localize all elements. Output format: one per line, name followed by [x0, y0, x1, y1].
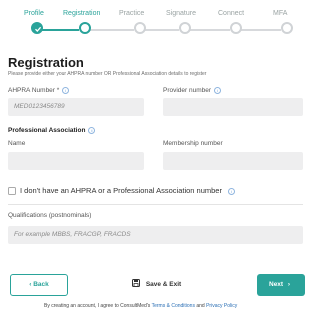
membership-number-input[interactable]	[163, 152, 303, 170]
step-circle-signature	[179, 22, 191, 34]
association-name-label: Name	[8, 140, 26, 147]
ahpra-label: AHPRA Number * i	[8, 87, 70, 95]
back-button-label: Back	[33, 281, 49, 288]
association-title-text: Professional Association	[8, 127, 86, 135]
step-circle-registration[interactable]	[79, 22, 91, 34]
chevron-right-icon: ›	[287, 281, 291, 288]
step-label-registration[interactable]: Registration	[63, 10, 100, 17]
no-ahpra-checkbox-text: I don't have an AHPRA or a Professional …	[20, 186, 222, 195]
step-connector	[38, 29, 79, 31]
ahpra-label-text: AHPRA Number *	[8, 87, 60, 95]
checkmark-icon	[35, 26, 42, 32]
ahpra-number-input[interactable]: MED0123456789	[8, 98, 144, 116]
qualifications-input[interactable]: For example MBBS, FRACGP, FRACDS	[8, 226, 303, 244]
step-label-practice: Practice	[119, 10, 145, 17]
provider-number-input[interactable]	[163, 98, 303, 116]
next-button-label: Next	[269, 281, 284, 288]
step-circle-connect	[230, 22, 242, 34]
step-label-connect: Connect	[218, 10, 245, 17]
privacy-link[interactable]: Privacy Policy	[206, 303, 237, 309]
step-connector	[236, 29, 281, 31]
provider-label: Provider number i	[163, 87, 222, 95]
save-exit-button[interactable]: Save & Exit	[132, 274, 184, 296]
step-circle-mfa	[281, 22, 293, 34]
page-title: Registration	[8, 55, 84, 70]
info-icon[interactable]: i	[88, 127, 96, 134]
terms-and: and	[196, 303, 205, 309]
divider	[8, 204, 303, 205]
membership-number-label: Membership number	[163, 140, 223, 147]
terms-prefix: By creating an account, I agree to Consu…	[44, 303, 151, 309]
step-label-mfa: MFA	[273, 10, 288, 17]
association-section-title: Professional Association i	[8, 127, 96, 135]
terms-link[interactable]: Terms & Conditions	[152, 303, 195, 309]
no-ahpra-checkbox[interactable]	[8, 187, 16, 195]
step-label-signature: Signature	[166, 10, 196, 17]
save-icon	[132, 279, 140, 287]
step-circle-profile[interactable]	[31, 22, 43, 34]
qualifications-label: Qualifications (postnominals)	[8, 212, 92, 219]
page-subtitle: Please provide either your AHPRA number …	[8, 71, 207, 77]
step-label-profile[interactable]: Profile	[24, 10, 44, 17]
progress-stepper: Profile Registration Practice Signature …	[0, 0, 303, 42]
step-circle-practice	[134, 22, 146, 34]
chevron-left-icon: ‹	[29, 281, 32, 288]
provider-label-text: Provider number	[163, 87, 212, 95]
step-connector	[185, 29, 230, 31]
next-button[interactable]: Next ›	[257, 274, 305, 296]
back-button[interactable]: ‹ Back	[10, 274, 68, 296]
info-icon[interactable]: i	[227, 187, 235, 195]
terms-notice: By creating an account, I agree to Consu…	[44, 303, 237, 309]
step-connector	[85, 29, 134, 31]
info-icon[interactable]: i	[62, 87, 70, 94]
no-ahpra-checkbox-label[interactable]: I don't have an AHPRA or a Professional …	[20, 186, 235, 195]
save-exit-label: Save & Exit	[145, 281, 182, 288]
info-icon[interactable]: i	[214, 87, 222, 94]
association-name-input[interactable]	[8, 152, 144, 170]
